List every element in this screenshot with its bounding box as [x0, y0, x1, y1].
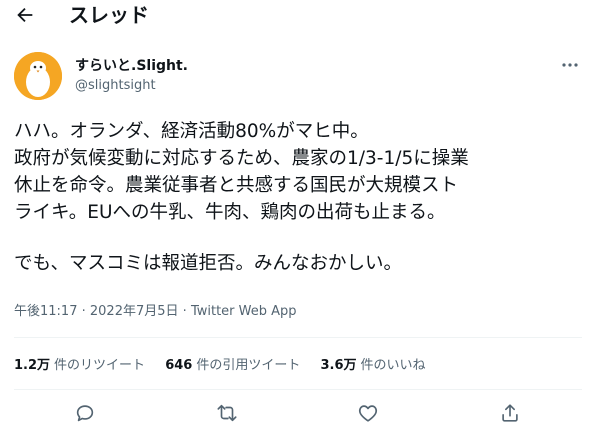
retweet-icon — [217, 404, 237, 422]
engagement-stats: 1.2万 件のリツイート 646 件の引用ツイート 3.6万 件のいいね — [14, 357, 442, 375]
reply-button[interactable] — [74, 402, 98, 426]
heart-icon — [358, 405, 378, 422]
divider — [14, 337, 582, 338]
more-button[interactable] — [558, 55, 582, 75]
like-button[interactable] — [357, 402, 381, 426]
meta-separator: · — [182, 304, 187, 319]
likes-stat[interactable]: 3.6万 件のいいね — [320, 357, 425, 375]
meta-separator: · — [81, 304, 86, 319]
quotes-stat[interactable]: 646 件の引用ツイート — [165, 357, 300, 375]
tweet-line: ライキ。EUへの牛乳、牛肉、鶏肉の出荷も止まる。 — [14, 202, 446, 223]
tweet-line: ハハ。オランダ、経済活動80%がマヒ中。 — [14, 121, 369, 142]
more-dots-icon — [562, 63, 578, 67]
author-handle[interactable]: @slightsight — [75, 77, 156, 95]
likes-count: 3.6万 — [320, 358, 357, 373]
arrow-left-icon — [17, 7, 33, 23]
page-title: スレッド — [69, 3, 149, 27]
tweet-time: 午後11:17 — [14, 304, 78, 319]
tweet-text: ハハ。オランダ、経済活動80%がマヒ中。 政府が気候変動に対応するため、農家の1… — [14, 118, 586, 277]
tweet-time-link[interactable]: 午後11:17 · 2022年7月5日 — [14, 304, 179, 319]
avatar[interactable] — [14, 52, 62, 100]
author-name[interactable]: すらいと.Slight. — [75, 57, 188, 75]
likes-label: 件のいいね — [360, 358, 426, 373]
tweet-meta: 午後11:17 · 2022年7月5日 · Twitter Web App — [14, 303, 297, 321]
tweet-line: 政府が気候変動に対応するため、農家の1/3-1/5に操業 — [14, 148, 469, 169]
quotes-count: 646 — [165, 358, 193, 373]
tweet-date: 2022年7月5日 — [89, 304, 179, 319]
header-bar: スレッド — [0, 0, 591, 36]
penguin-avatar-icon — [14, 52, 62, 100]
reply-icon — [76, 405, 94, 422]
share-icon — [502, 404, 518, 422]
retweet-button[interactable] — [216, 402, 240, 426]
tweet-line: 休止を命令。農業従事者と共感する国民が大規模スト — [14, 175, 459, 196]
retweets-stat[interactable]: 1.2万 件のリツイート — [14, 357, 145, 375]
tweet-line: でも、マスコミは報道拒否。みんなおかしい。 — [14, 253, 402, 274]
back-button[interactable] — [14, 4, 38, 28]
retweets-label: 件のリツイート — [54, 358, 146, 373]
tweet-source-link[interactable]: Twitter Web App — [191, 304, 297, 319]
divider — [14, 389, 582, 390]
quotes-label: 件の引用ツイート — [196, 358, 301, 373]
share-button[interactable] — [499, 402, 523, 426]
retweets-count: 1.2万 — [14, 358, 51, 373]
